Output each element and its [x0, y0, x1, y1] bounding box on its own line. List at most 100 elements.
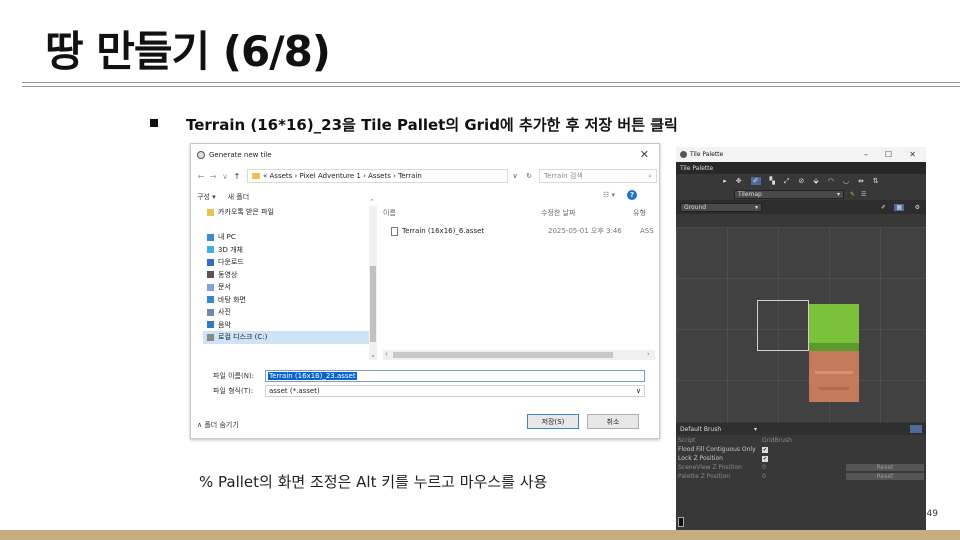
- sidebar-item[interactable]: 다운로드: [203, 256, 369, 269]
- new-folder-button[interactable]: 새 폴더: [228, 192, 250, 202]
- tool-button[interactable]: ◠: [828, 177, 834, 185]
- sidebar-item[interactable]: 로컬 디스크 (C:): [203, 331, 369, 344]
- scroll-right-arrow[interactable]: ›: [647, 350, 650, 358]
- folder-icon: [207, 321, 214, 329]
- folder-icon: [207, 271, 214, 279]
- active-tilemap-dropdown[interactable]: Tilemap ▾: [734, 189, 844, 199]
- checkbox[interactable]: ✔: [762, 446, 768, 453]
- sidebar-item[interactable]: 사진: [203, 306, 369, 319]
- folder-icon: [207, 258, 214, 266]
- scrollbar-thumb[interactable]: [370, 266, 376, 342]
- folder-icon: [207, 283, 214, 291]
- checkbox[interactable]: ✔: [762, 455, 768, 462]
- tool-button[interactable]: ▸: [723, 177, 727, 185]
- tool-button[interactable]: ⤢: [784, 177, 790, 186]
- column-date[interactable]: 수정한 날짜: [541, 208, 633, 218]
- nav-pane-scrollbar[interactable]: [369, 206, 377, 360]
- close-button[interactable]: ✕: [640, 148, 649, 161]
- refresh-button[interactable]: ↻: [522, 172, 536, 180]
- dialog-title: Generate new tile: [209, 151, 272, 159]
- divider: [22, 82, 960, 83]
- active-tilemap-value: Tilemap: [738, 190, 762, 198]
- grid-toggle-icon[interactable]: ▦: [894, 203, 904, 211]
- palette-tab[interactable]: Tile Palette: [676, 162, 926, 174]
- property-value[interactable]: 0: [762, 473, 766, 480]
- back-button[interactable]: ←: [195, 172, 207, 181]
- folder-icon: [207, 233, 214, 241]
- sidebar-item[interactable]: 카카오톡 받은 파일: [203, 206, 369, 219]
- navigation-bar: ← → ∨ ↑ « Assets › Pixel Adventure 1 › A…: [195, 168, 657, 184]
- filename-label: 파일 이름(N):: [213, 372, 255, 380]
- up-button[interactable]: ↑: [231, 172, 243, 181]
- file-row[interactable]: Terrain (16x16)_6.asset 2025-05-01 오후 3:…: [383, 224, 659, 238]
- organize-button[interactable]: 구성 ▾: [197, 192, 216, 202]
- sidebar-item-label: 바탕 화면: [218, 295, 246, 304]
- view-options-button[interactable]: ☷ ▾: [603, 191, 615, 199]
- tool-button[interactable]: ⊘: [799, 177, 805, 185]
- cancel-button[interactable]: 취소: [587, 414, 639, 429]
- help-button[interactable]: ?: [627, 190, 637, 200]
- filetype-select[interactable]: asset (*.asset) ∨: [265, 385, 645, 397]
- file-list: 이름 수정한 날짜 유형 Terrain (16x16)_6.asset 202…: [383, 206, 659, 348]
- forward-button[interactable]: →: [207, 172, 219, 181]
- tool-button[interactable]: ◡: [843, 177, 849, 185]
- sidebar-item[interactable]: 바탕 화면: [203, 294, 369, 307]
- reset-button[interactable]: Reset: [846, 464, 924, 471]
- gizmo-icon[interactable]: ⚙: [915, 204, 920, 211]
- tool-button[interactable]: ⬙: [813, 177, 818, 185]
- address-dropdown[interactable]: ∨: [508, 172, 522, 180]
- brush-pick-button[interactable]: [910, 425, 922, 433]
- palette-toolbar: ▸ ✥ ✐ ▚ ⤢ ⊘ ⬙ ◠ ◡ ⇹ ⇅: [676, 174, 926, 188]
- hide-folders-toggle[interactable]: ∧ 폴더 숨기기: [197, 420, 239, 430]
- property-value[interactable]: 0: [762, 464, 766, 471]
- scroll-up-arrow[interactable]: ⌃: [369, 198, 375, 206]
- sidebar-item[interactable]: 내 PC: [203, 231, 369, 244]
- tool-button[interactable]: ✥: [736, 177, 742, 185]
- filename-row: 파일 이름(N): Terrain (16x16)_23.asset: [213, 370, 645, 382]
- edit-icon[interactable]: ✐: [881, 204, 886, 211]
- save-button[interactable]: 저장(S): [527, 414, 579, 429]
- grass-tile[interactable]: [809, 304, 859, 355]
- scroll-left-arrow[interactable]: ‹: [385, 350, 388, 358]
- folder-icon: [207, 333, 214, 341]
- sidebar-item[interactable]: 음악: [203, 319, 369, 332]
- tool-button[interactable]: ▚: [770, 177, 775, 185]
- settings-icon[interactable]: ☰: [861, 191, 866, 198]
- address-bar[interactable]: « Assets › Pixel Adventure 1 › Assets › …: [247, 169, 508, 183]
- search-input[interactable]: Terrain 검색 ⌕: [539, 169, 657, 183]
- column-type[interactable]: 유형: [633, 208, 646, 218]
- bullet-marker: [150, 119, 158, 127]
- selected-cell[interactable]: [757, 300, 809, 351]
- sidebar-item-label: 문서: [218, 283, 231, 292]
- filename-input[interactable]: Terrain (16x16)_23.asset: [265, 370, 645, 382]
- generate-tile-dialog: Generate new tile ✕ ← → ∨ ↑ « Assets › P…: [190, 143, 660, 439]
- column-name[interactable]: 이름: [383, 208, 541, 218]
- sidebar-item[interactable]: 문서: [203, 281, 369, 294]
- brush-dropdown[interactable]: Default Brush ▾: [680, 425, 760, 434]
- chevron-down-icon: ▾: [836, 190, 840, 198]
- folder-icon: [207, 246, 214, 254]
- scroll-down-arrow[interactable]: ⌄: [370, 351, 376, 359]
- tool-button[interactable]: ✐: [750, 177, 761, 185]
- file-list-hscrollbar[interactable]: [383, 350, 655, 360]
- sidebar-item[interactable]: 3D 개체: [203, 244, 369, 257]
- navigation-pane: 카카오톡 받은 파일내 PC 3D 개체 다운로드 동영상 문서바탕 화면사진 음악 로컬 …: [203, 206, 369, 360]
- sidebar-item[interactable]: 동영상: [203, 269, 369, 282]
- reset-button[interactable]: Reset: [846, 473, 924, 480]
- footer-bar: [0, 530, 960, 540]
- footnote-text: % Pallet의 화면 조정은 Alt 키를 누르고 마우스를 사용: [199, 473, 548, 491]
- tool-button[interactable]: ⇹: [858, 177, 864, 185]
- dirt-tile[interactable]: [809, 351, 859, 402]
- file-name: Terrain (16x16)_6.asset: [402, 227, 485, 235]
- tool-button[interactable]: ⇅: [873, 177, 879, 185]
- recent-dropdown[interactable]: ∨: [219, 172, 231, 181]
- minimize-button[interactable]: –: [864, 150, 868, 159]
- maximize-button[interactable]: ☐: [885, 150, 892, 159]
- property-label: Lock Z Position: [678, 455, 723, 462]
- slide-title: 땅 만들기 (6/8): [45, 27, 331, 76]
- brush-pick-icon[interactable]: ✎: [850, 191, 855, 198]
- palette-dropdown[interactable]: Ground ▾: [680, 202, 762, 212]
- palette-grid[interactable]: [676, 227, 926, 422]
- scrollbar-thumb[interactable]: [393, 352, 613, 358]
- close-button[interactable]: ✕: [909, 150, 916, 159]
